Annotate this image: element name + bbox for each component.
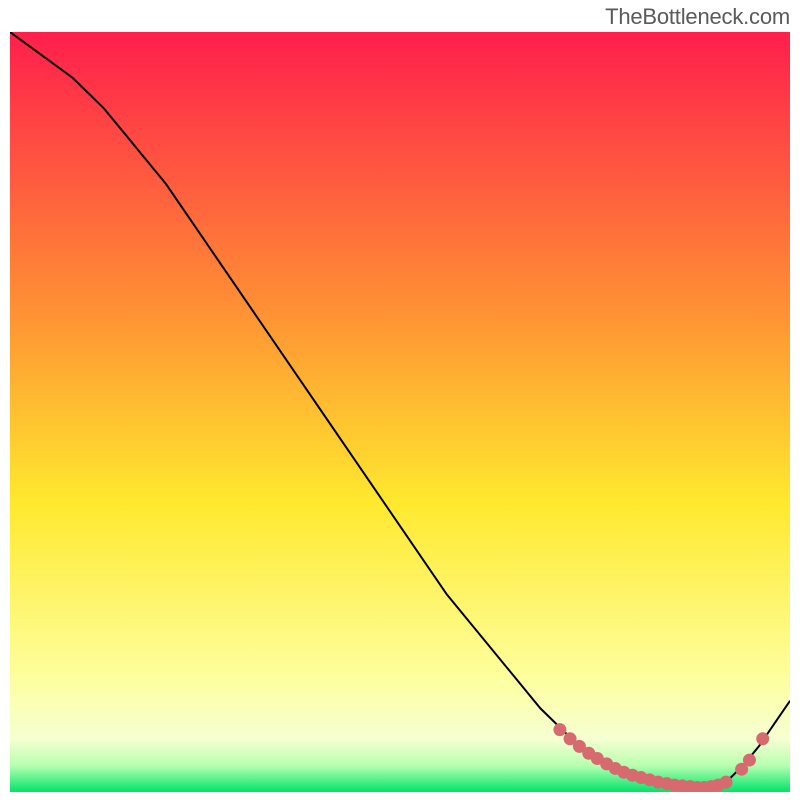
bottleneck-chart bbox=[10, 32, 790, 792]
gradient-background bbox=[10, 32, 790, 792]
marker-dot bbox=[743, 754, 756, 767]
marker-dot bbox=[720, 776, 733, 789]
watermark-text: TheBottleneck.com bbox=[605, 4, 790, 30]
marker-dot bbox=[756, 732, 769, 745]
chart-canvas bbox=[10, 32, 790, 792]
marker-dot bbox=[553, 723, 566, 736]
